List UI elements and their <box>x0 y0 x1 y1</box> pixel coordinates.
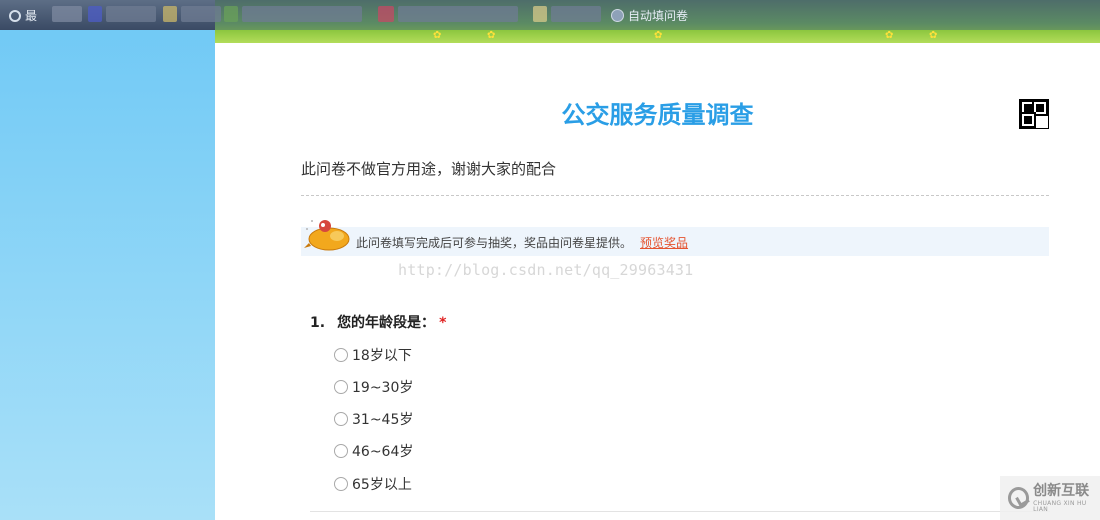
brand-text: 创新互联 CHUANG XIN HU LIAN <box>1033 484 1100 513</box>
option-label: 19~30岁 <box>352 380 414 396</box>
blurred-bookmark-icon <box>378 6 394 22</box>
flower-icon: ✿ <box>433 30 442 41</box>
blurred-bookmark <box>242 6 362 22</box>
brand-subtitle: CHUANG XIN HU LIAN <box>1033 499 1087 513</box>
question-text: 您的年龄段是： <box>337 315 436 331</box>
bookmark-label: 自动填问卷 <box>628 9 689 23</box>
flower-icon: ✿ <box>929 30 938 41</box>
preview-prizes-link[interactable]: 预览奖品 <box>640 236 688 250</box>
blurred-bookmark <box>52 6 82 22</box>
blurred-bookmark-icon <box>533 6 547 22</box>
age-option-5[interactable]: 65岁以上 <box>334 474 412 494</box>
question-title: 1. 您的年龄段是： * <box>310 312 446 332</box>
browser-bookmarks-bar: 最 自动填问卷 <box>0 0 1100 30</box>
notice-text-row: 此问卷填写完成后可参与抽奖，奖品由问卷星提供。 预览奖品 <box>356 234 688 251</box>
blurred-bookmark <box>551 6 601 22</box>
blurred-bookmark <box>181 6 221 22</box>
option-label: 46~64岁 <box>352 444 414 460</box>
option-label: 31~45岁 <box>352 412 414 428</box>
flower-icon: ✿ <box>885 30 894 41</box>
flower-icon: ✿ <box>487 30 496 41</box>
notice-text: 此问卷填写完成后可参与抽奖，奖品由问卷星提供。 <box>356 236 633 250</box>
survey-description: 此问卷不做官方用途，谢谢大家的配合 <box>301 160 557 178</box>
divider <box>301 195 1049 196</box>
brand-logo-icon <box>1008 487 1030 509</box>
bookmark-item[interactable]: 自动填问卷 <box>611 7 688 24</box>
survey-card: 公交服务质量调查 此问卷不做官方用途，谢谢大家的配合 此问卷填写完成后可参与抽奖… <box>215 43 1100 520</box>
blurred-bookmark-icon <box>224 6 238 22</box>
brand-watermark: 创新互联 CHUANG XIN HU LIAN <box>1000 476 1100 520</box>
blurred-bookmark-icon <box>163 6 177 22</box>
radio-button[interactable] <box>334 412 348 426</box>
flower-icon: ✿ <box>654 30 663 41</box>
age-option-3[interactable]: 31~45岁 <box>334 409 413 429</box>
required-mark: * <box>439 315 447 331</box>
question-number: 1. <box>310 315 326 331</box>
search-icon <box>9 9 21 22</box>
blurred-bookmark <box>398 6 518 22</box>
lottery-notice: 此问卷填写完成后可参与抽奖，奖品由问卷星提供。 预览奖品 <box>301 227 1049 256</box>
survey-title: 公交服务质量调查 <box>561 101 754 129</box>
option-label: 65岁以上 <box>352 477 412 493</box>
option-label: 18岁以下 <box>352 348 412 364</box>
bookmark-item[interactable]: 最 <box>9 7 37 24</box>
radio-button[interactable] <box>334 348 348 362</box>
age-option-4[interactable]: 46~64岁 <box>334 441 413 461</box>
blurred-bookmark-icon <box>88 6 102 22</box>
age-option-2[interactable]: 19~30岁 <box>334 377 413 397</box>
brand-name: 创新互联 <box>1033 482 1090 499</box>
qr-code[interactable] <box>1019 99 1049 129</box>
globe-icon <box>611 9 624 22</box>
age-option-1[interactable]: 18岁以下 <box>334 345 412 365</box>
question-divider <box>310 511 1050 512</box>
grass-banner: ✿ ✿ ✿ ✿ ✿ <box>215 30 1100 44</box>
mascot-icon <box>304 220 350 251</box>
radio-button[interactable] <box>334 380 348 394</box>
blurred-bookmark <box>106 6 156 22</box>
radio-button[interactable] <box>334 477 348 491</box>
radio-button[interactable] <box>334 444 348 458</box>
bookmark-label: 最 <box>25 9 38 23</box>
watermark-url: http://blog.csdn.net/qq_29963431 <box>398 261 694 279</box>
